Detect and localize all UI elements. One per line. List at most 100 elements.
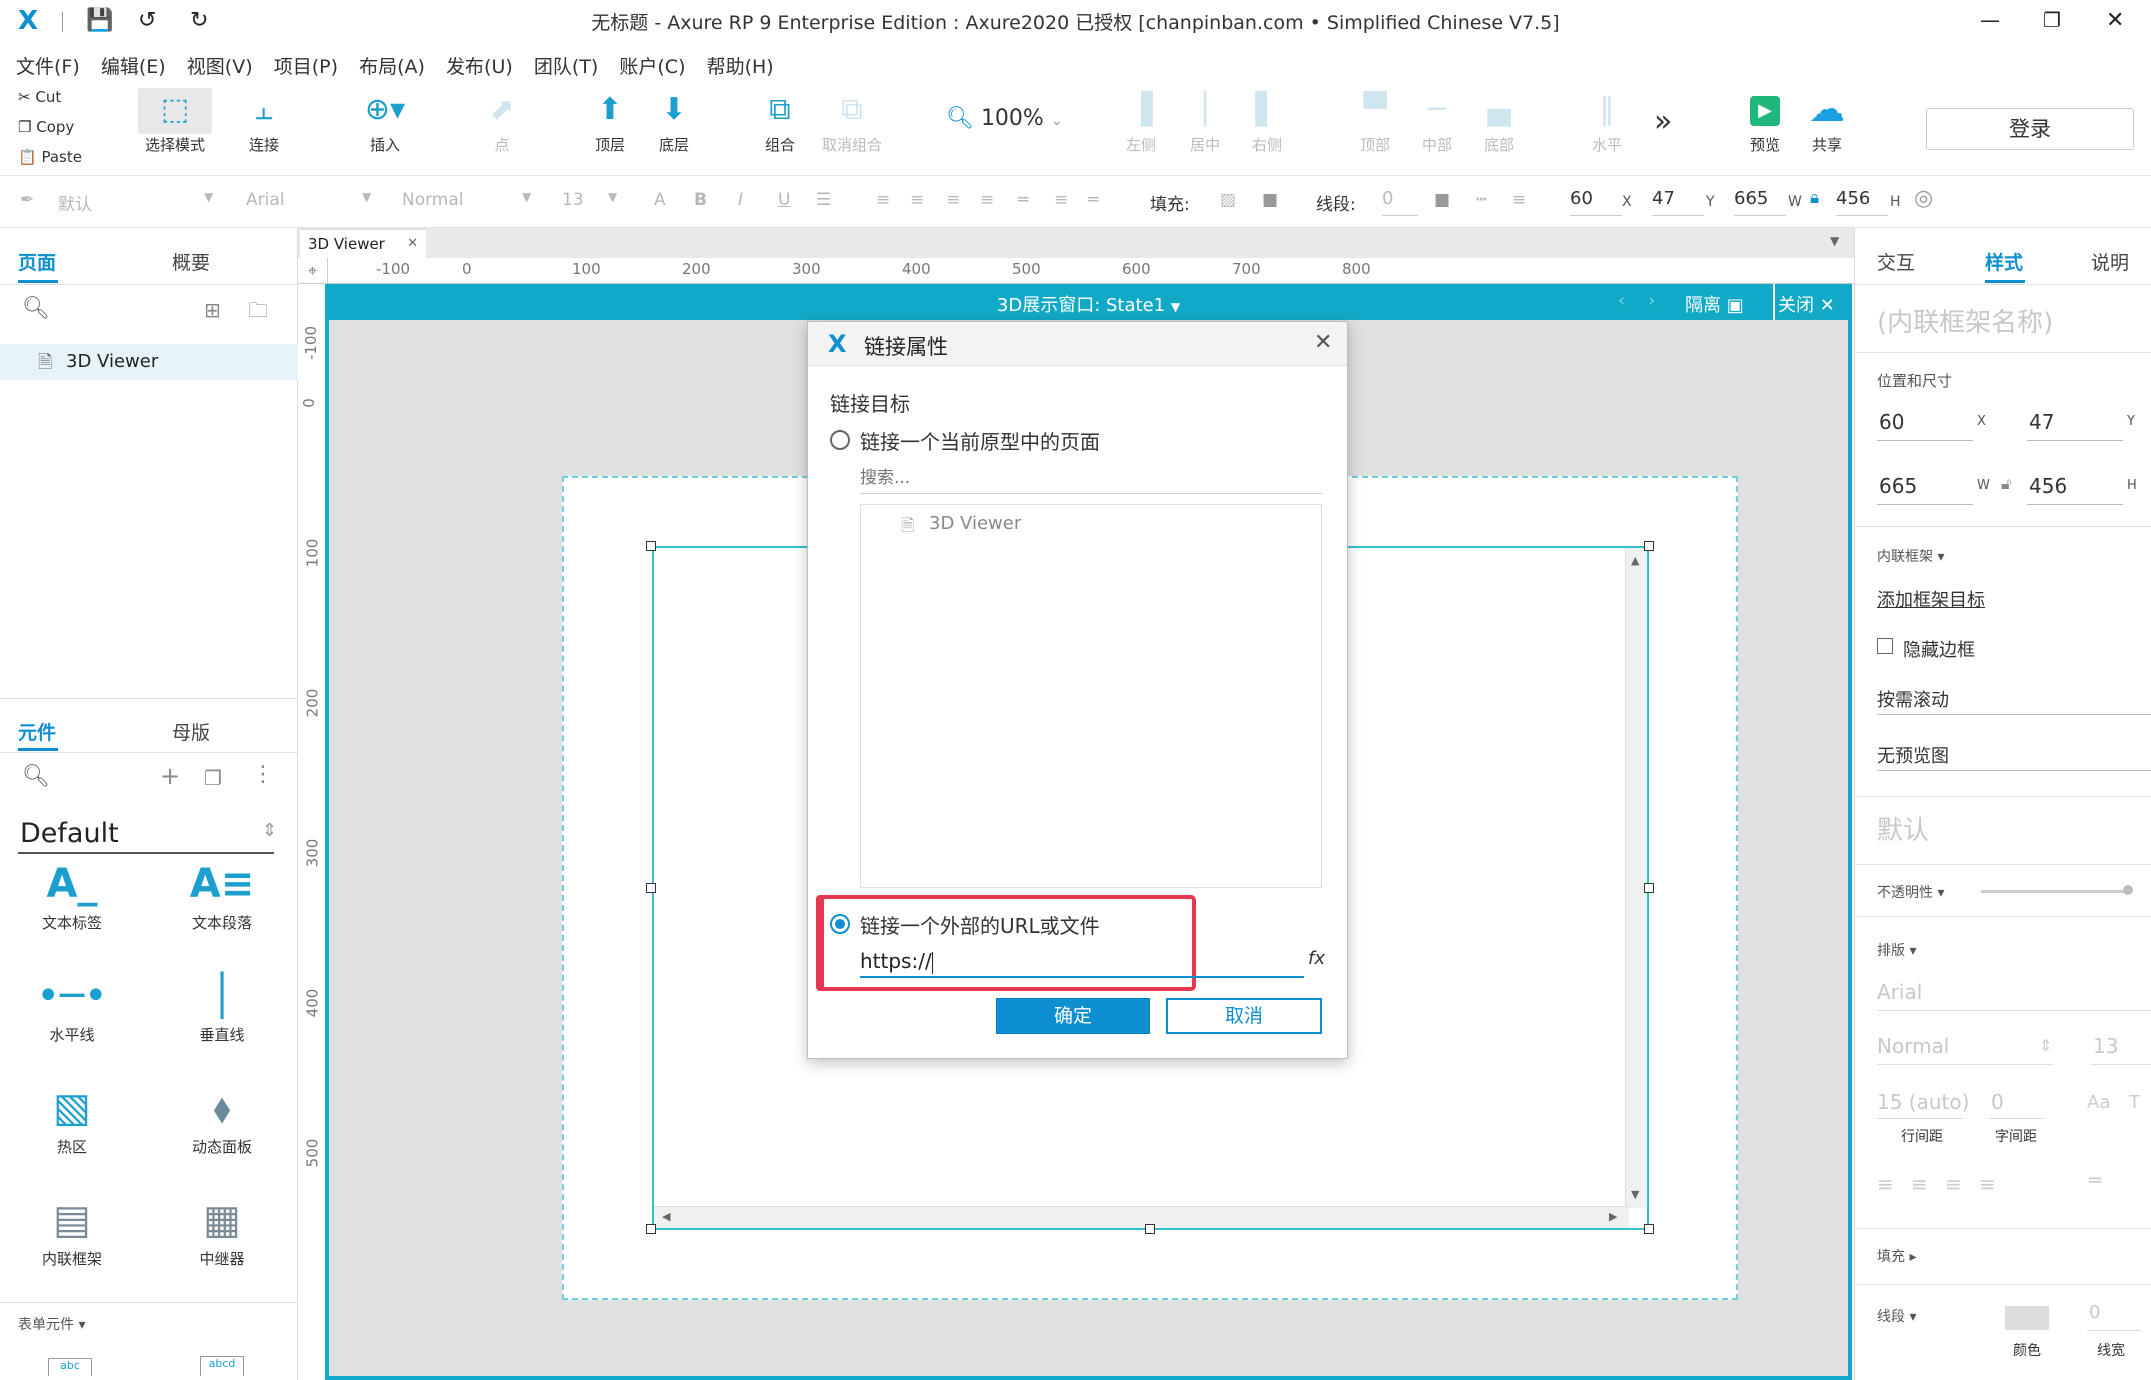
url-input[interactable]: https://	[860, 946, 1304, 978]
resize-handle[interactable]	[646, 1224, 656, 1234]
tab-style[interactable]: 样式	[1985, 248, 2023, 275]
form-widgets-section[interactable]: 表单元件 ▾	[18, 1314, 85, 1334]
visibility-eye-icon[interactable]: ◎	[1914, 186, 1933, 211]
menu-publish[interactable]: 发布(U)	[430, 44, 513, 79]
resize-handle[interactable]	[1644, 1224, 1654, 1234]
hide-border-label[interactable]: 隐藏边框	[1903, 636, 1975, 662]
cut-button[interactable]: ✂ Cut	[18, 88, 61, 106]
align-left-button[interactable]: ▐ 左侧	[1114, 88, 1168, 155]
next-state-icon[interactable]: ›	[1648, 290, 1655, 311]
opacity-slider-thumb[interactable]	[2123, 885, 2133, 895]
tree-item-3d-viewer[interactable]: 3D Viewer	[929, 513, 1021, 534]
text-justify-icon[interactable]: ≡	[980, 190, 994, 210]
menu-help[interactable]: 帮助(H)	[691, 44, 774, 79]
rp-valign-icon[interactable]: ═	[2089, 1168, 2101, 1192]
resize-handle[interactable]	[1644, 883, 1654, 893]
add-library-icon[interactable]: +	[160, 762, 180, 790]
close-edit-button[interactable]: 关闭 ✕	[1778, 291, 1835, 317]
font-select[interactable]: Arial	[246, 190, 284, 210]
ruler-origin-icon[interactable]: ⌖	[298, 258, 328, 284]
iframe-vertical-scrollbar[interactable]: ▲ ▼	[1625, 548, 1647, 1208]
text-align-center-icon[interactable]: ≡	[910, 190, 924, 210]
group-button[interactable]: ⧉ 组合	[752, 88, 808, 155]
menu-project[interactable]: 项目(P)	[258, 44, 338, 79]
distribute-horizontal-button[interactable]: ‖ 水平	[1580, 88, 1634, 155]
text-case-icon[interactable]: Aa	[2087, 1092, 2110, 1113]
iframe-section-toggle[interactable]: 内联框架 ▾	[1877, 546, 1944, 566]
tab-outline[interactable]: 概要	[172, 248, 210, 275]
rp-align-left-icon[interactable]: ≡	[1877, 1172, 1894, 1196]
scroll-down-icon[interactable]: ▼	[1631, 1188, 1639, 1201]
rp-align-center-icon[interactable]: ≡	[1911, 1172, 1928, 1196]
tab-masters[interactable]: 母版	[172, 718, 210, 745]
arrow-style-icon[interactable]: ≡	[1512, 190, 1526, 210]
rp-font-select[interactable]: Arial	[1877, 980, 1922, 1004]
align-right-button[interactable]: ▌ 右侧	[1240, 88, 1294, 155]
tab-overflow-icon[interactable]: ▼	[1830, 234, 1839, 248]
add-folder-icon[interactable]: 🗀	[248, 296, 268, 330]
opacity-label[interactable]: 不透明性 ▾	[1877, 882, 1944, 902]
widget-text-label[interactable]: A_ 文本标签	[12, 856, 132, 933]
rp-y-field[interactable]: 47	[2029, 410, 2054, 434]
paste-button[interactable]: 📋 Paste	[18, 148, 82, 166]
rp-justify-icon[interactable]: ≡	[1979, 1172, 1996, 1196]
resize-handle[interactable]	[1644, 541, 1654, 551]
option-url-label[interactable]: 链接一个外部的URL或文件	[860, 910, 1100, 939]
isolate-button[interactable]: 隔离 ▣	[1685, 291, 1744, 317]
text-field-widget-preview[interactable]: abc	[48, 1358, 92, 1376]
h-field[interactable]: 456	[1836, 188, 1888, 216]
widget-search-icon[interactable]: 🔍︎	[22, 764, 50, 789]
prev-state-icon[interactable]: ‹	[1618, 290, 1625, 311]
resize-handle[interactable]	[646, 883, 656, 893]
weight-stepper-icon[interactable]: ⇕	[2039, 1036, 2052, 1055]
menu-account[interactable]: 账户(C)	[603, 44, 685, 79]
x-field[interactable]: 60	[1570, 188, 1622, 216]
font-color-icon[interactable]: A	[654, 190, 666, 210]
font-size-select[interactable]: 13	[562, 190, 584, 210]
fill-image-icon[interactable]: ▨	[1220, 190, 1236, 210]
maximize-icon[interactable]: ❐	[2043, 8, 2061, 32]
scroll-left-icon[interactable]: ◀	[662, 1210, 670, 1223]
rp-weight-select[interactable]: Normal	[1877, 1034, 1949, 1058]
select-mode-button[interactable]: ⬚ 选择模式	[124, 88, 226, 155]
preview-button[interactable]: ▶ 预览	[1740, 88, 1790, 155]
stroke-width-field[interactable]: 0	[1382, 188, 1418, 216]
resize-handle[interactable]	[646, 541, 656, 551]
tab-pages[interactable]: 页面	[18, 248, 56, 275]
menu-team[interactable]: 团队(T)	[518, 44, 598, 79]
more-tools-icon[interactable]: »	[1654, 104, 1672, 139]
line-height-field[interactable]: 15 (auto)	[1877, 1090, 1969, 1114]
menu-file[interactable]: 文件(F)	[0, 44, 80, 79]
login-button[interactable]: 登录	[1926, 108, 2134, 150]
align-top-button[interactable]: ▀ 顶部	[1348, 88, 1402, 155]
scroll-up-icon[interactable]: ▲	[1631, 554, 1639, 567]
iframe-horizontal-scrollbar[interactable]: ◀ ▶	[654, 1206, 1629, 1228]
opacity-slider[interactable]	[1981, 890, 2131, 893]
library-select[interactable]: Default	[20, 818, 119, 849]
cancel-button[interactable]: 取消	[1166, 998, 1322, 1034]
bullet-list-icon[interactable]: ☰	[816, 190, 831, 210]
connect-button[interactable]: ⫠ 连接	[234, 88, 294, 155]
widget-dynamic-panel[interactable]: ⬧ 动态面板	[162, 1080, 282, 1157]
rp-w-field[interactable]: 665	[1879, 474, 1917, 498]
text-align-left-icon[interactable]: ≡	[876, 190, 890, 210]
tab-interactions[interactable]: 交互	[1877, 248, 1915, 275]
frame-name-input[interactable]: (内联框架名称)	[1877, 302, 2053, 339]
rp-align-right-icon[interactable]: ≡	[1945, 1172, 1962, 1196]
fill-section-toggle[interactable]: 填充 ▸	[1877, 1246, 1916, 1266]
text-area-widget-preview[interactable]: abcd	[200, 1356, 244, 1376]
share-button[interactable]: ☁ 共享	[1802, 88, 1852, 155]
minimize-icon[interactable]: —	[1980, 8, 2000, 32]
widget-hotspot[interactable]: ▧ 热区	[12, 1080, 132, 1157]
rp-x-field[interactable]: 60	[1879, 410, 1904, 434]
document-tab[interactable]: 3D Viewer ✕	[300, 228, 426, 258]
tab-notes[interactable]: 说明	[2091, 248, 2129, 275]
stroke-color-picker[interactable]	[2005, 1306, 2049, 1330]
add-page-icon[interactable]: ⊞	[204, 298, 221, 322]
copy-button[interactable]: ❐ Copy	[18, 118, 74, 136]
valign-middle-icon[interactable]: ≡	[1054, 190, 1068, 210]
fx-function-icon[interactable]: fx	[1308, 948, 1325, 969]
valign-bottom-icon[interactable]: ═	[1088, 190, 1098, 210]
page-search-input[interactable]	[860, 462, 1322, 494]
insert-button[interactable]: ⊕▾ 插入	[350, 88, 420, 155]
